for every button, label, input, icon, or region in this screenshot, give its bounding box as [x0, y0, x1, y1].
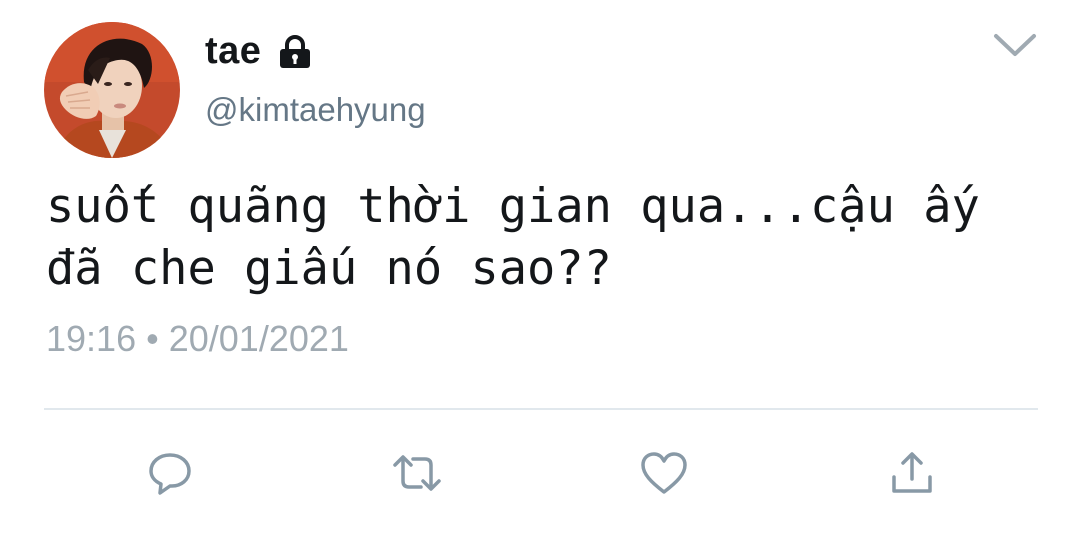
reply-icon: [149, 453, 191, 495]
lock-icon: [277, 34, 313, 69]
share-icon: [892, 452, 932, 493]
avatar[interactable]: [44, 22, 180, 158]
retweet-icon: [393, 455, 441, 491]
chevron-down-icon[interactable]: [993, 32, 1037, 58]
tweet-time: 19:16: [46, 318, 137, 359]
profile-photo: [44, 22, 180, 158]
display-name[interactable]: tae: [205, 30, 313, 73]
like-button[interactable]: [638, 448, 690, 498]
timestamp-separator: •: [146, 318, 159, 359]
tweet-date: 20/01/2021: [168, 318, 349, 359]
heart-icon: [641, 452, 687, 494]
tweet-text: suốt quãng thời gian qua...cậu ấy đã che…: [46, 179, 980, 296]
display-name-text: tae: [205, 30, 262, 72]
user-handle[interactable]: @kimtaehyung: [205, 91, 426, 129]
reply-button[interactable]: [144, 448, 196, 498]
share-button[interactable]: [886, 448, 938, 498]
retweet-button[interactable]: [391, 448, 443, 498]
tweet-timestamp[interactable]: 19:16 • 20/01/2021: [46, 318, 349, 360]
divider: [44, 408, 1038, 410]
